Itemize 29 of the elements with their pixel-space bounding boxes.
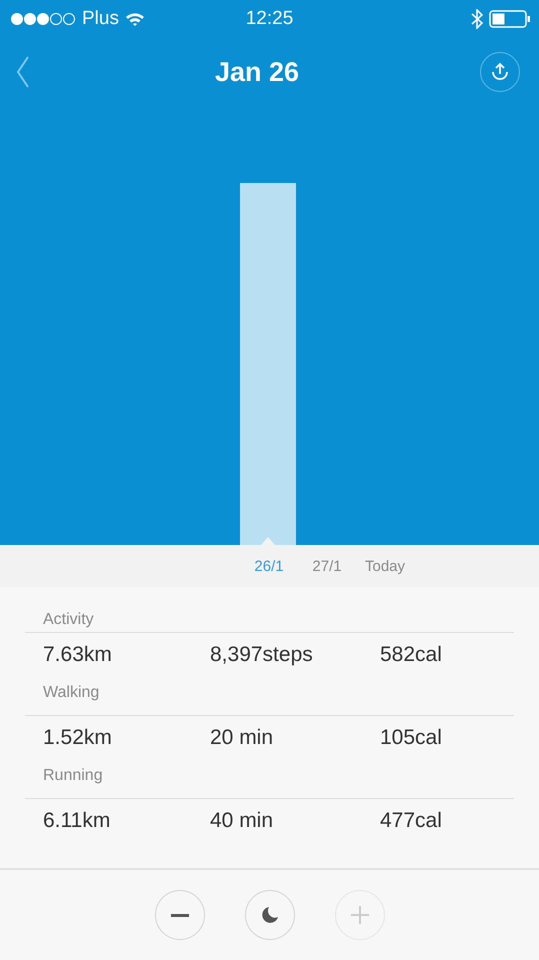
stat-value: 40 min — [210, 808, 274, 832]
signal-icon — [10, 12, 76, 26]
stat-value: 6.11km — [43, 808, 112, 832]
day-tab[interactable]: 26/1 — [240, 558, 298, 574]
plus-icon — [350, 905, 370, 925]
day-tab[interactable]: Today — [356, 558, 414, 574]
sleep-button[interactable] — [244, 890, 294, 940]
stat-value: 20 min — [210, 726, 274, 750]
stat-value: 105cal — [380, 726, 443, 750]
stat-value: 582cal — [380, 642, 443, 666]
minus-icon — [170, 914, 188, 916]
share-button[interactable] — [480, 52, 520, 92]
section-title: Activity — [25, 587, 514, 633]
stat-value: 477cal — [380, 808, 443, 832]
moon-icon — [260, 906, 278, 924]
stat-value: 1.52km — [43, 726, 113, 750]
section-title: Running — [25, 759, 514, 799]
stat-value: 8,397steps — [210, 642, 314, 666]
wifi-icon — [124, 12, 145, 26]
stat-value: 7.63km — [43, 642, 113, 666]
zoom-out-button[interactable] — [154, 890, 204, 940]
share-icon — [489, 61, 511, 83]
battery-icon — [489, 10, 531, 28]
day-tab[interactable]: 27/1 — [298, 558, 356, 574]
page-title: Jan 26 — [214, 56, 300, 88]
carrier-name: Plus — [82, 8, 119, 30]
section-title: Walking — [25, 676, 514, 716]
bluetooth-icon — [471, 9, 483, 29]
status-time: 12:25 — [246, 8, 294, 30]
